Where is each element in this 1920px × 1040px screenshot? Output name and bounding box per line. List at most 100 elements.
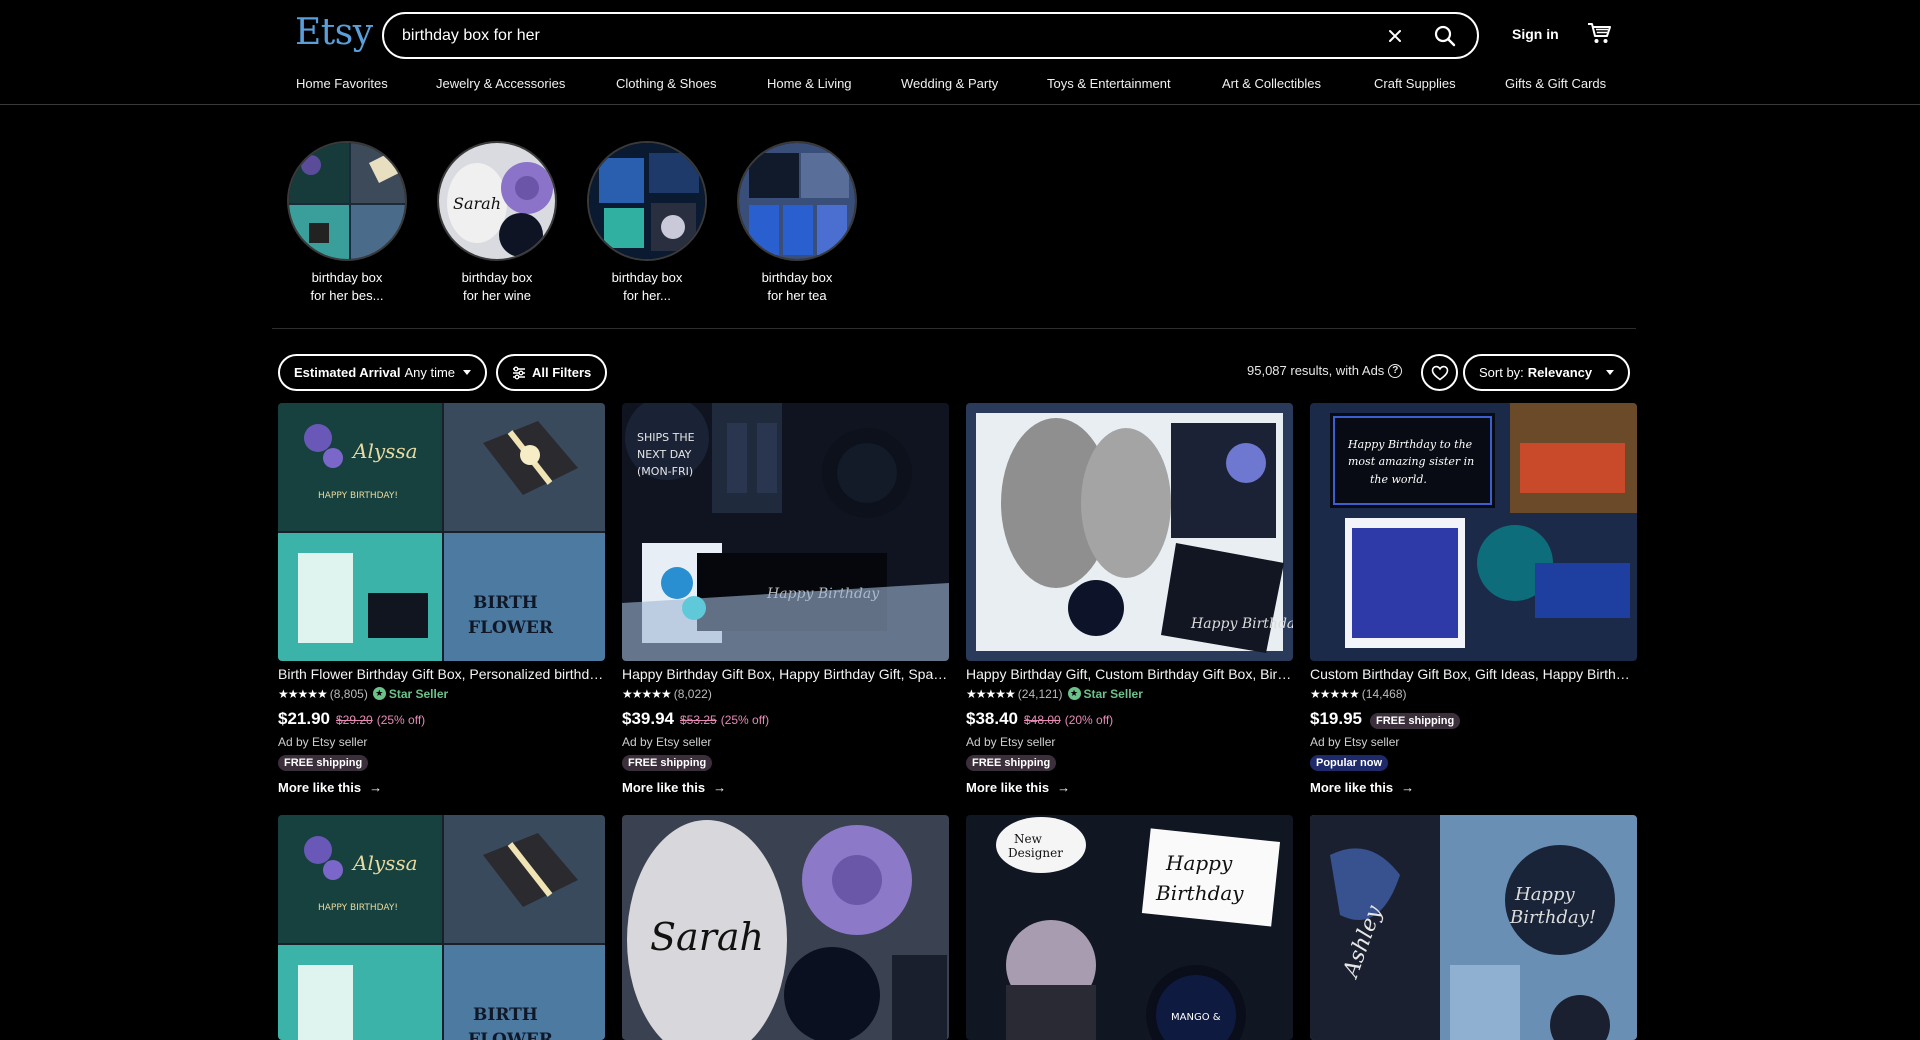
cart-button[interactable]	[1586, 20, 1614, 48]
listing-title[interactable]: Happy Birthday Gift, Custom Birthday Gif…	[966, 666, 1293, 682]
price-row: $38.40 $48.00 (20% off)	[966, 709, 1293, 729]
svg-text:FLOWER: FLOWER	[468, 1030, 554, 1040]
original-price: $53.25	[680, 713, 717, 727]
listing-image[interactable]: Sarah	[622, 815, 949, 1040]
more-like-this-link[interactable]: More like this →	[278, 780, 605, 795]
search-bar	[382, 12, 1479, 59]
question-icon[interactable]: ?	[1388, 363, 1403, 378]
related-search-item[interactable]: Sarah birthday box for her wine	[437, 141, 557, 305]
svg-text:Designer: Designer	[1008, 846, 1063, 860]
star-seller-icon: ★	[372, 687, 386, 700]
related-searches: birthday box for her bes... Sarah birthda…	[287, 141, 887, 305]
listing-image[interactable]: Happy Birthday	[966, 403, 1293, 661]
listing-price: $39.94	[622, 709, 674, 728]
listing-image[interactable]: Alyssa HAPPY BIRTHDAY! BIRTH FLOWER	[278, 815, 605, 1040]
listing-title[interactable]: Birth Flower Birthday Gift Box, Personal…	[278, 666, 605, 682]
sort-by-label: Sort by:	[1479, 365, 1524, 380]
more-like-this-link[interactable]: More like this →	[622, 780, 949, 795]
etsy-logo[interactable]: Etsy	[295, 12, 373, 53]
listing-title[interactable]: Happy Birthday Gift Box, Happy Birthday …	[622, 666, 949, 682]
star-seller-label: Star Seller	[388, 686, 449, 701]
results-count-text: 95,087 results, with Ads	[1247, 363, 1385, 378]
etsy-search-page: Etsy Sign in Home Favorites Jewelry & Ac…	[0, 0, 1920, 1040]
nav-home-living[interactable]: Home & Living	[767, 76, 901, 91]
nav-clothing-shoes[interactable]: Clothing & Shoes	[616, 76, 767, 91]
free-shipping-badge: FREE shipping	[966, 755, 1057, 771]
more-like-this-label: More like this	[1310, 780, 1394, 795]
related-search-thumbnail	[737, 141, 857, 261]
svg-text:Happy Birthday to the: Happy Birthday to the	[1347, 438, 1473, 451]
nav-home-favorites[interactable]: Home Favorites	[296, 76, 436, 91]
nav-craft-supplies[interactable]: Craft Supplies	[1374, 76, 1505, 91]
nav-art-collectibles[interactable]: Art & Collectibles	[1222, 76, 1374, 91]
star-seller-icon: ★	[1067, 687, 1081, 700]
heart-icon	[1431, 365, 1448, 380]
review-count: (14,468)	[1361, 686, 1407, 701]
related-search-label-line1: birthday box	[311, 270, 383, 285]
nav-jewelry-accessories[interactable]: Jewelry & Accessories	[436, 76, 616, 91]
listing-image[interactable]: New Designer Happy Birthday MANGO &	[966, 815, 1293, 1040]
listing-image[interactable]: SHIPS THE NEXT DAY (MON-FRI) Happy Birth…	[622, 403, 949, 661]
caret-down-icon	[1606, 370, 1615, 375]
svg-text:MANGO &: MANGO &	[1171, 1012, 1221, 1023]
arrow-right-icon: →	[369, 780, 383, 795]
related-search-item[interactable]: birthday box for her...	[587, 141, 707, 305]
star-rating-icon: ★★★★★	[622, 686, 672, 701]
save-search-button[interactable]	[1421, 354, 1458, 391]
listing-title[interactable]: Custom Birthday Gift Box, Gift Ideas, Ha…	[1310, 666, 1637, 682]
svg-text:Sarah: Sarah	[650, 915, 764, 959]
listing-price: $38.40	[966, 709, 1018, 728]
svg-text:FLOWER: FLOWER	[468, 618, 554, 638]
sort-by-dropdown[interactable]: Sort by: Relevancy	[1463, 354, 1631, 391]
svg-text:Happy Birthday: Happy Birthday	[1190, 616, 1293, 632]
search-button[interactable]	[1428, 20, 1462, 52]
star-rating-icon: ★★★★★	[966, 686, 1016, 701]
sort-by-value: Relevancy	[1527, 365, 1593, 380]
free-shipping-badge: FREE shipping	[622, 755, 713, 771]
listing-rating: ★★★★★ (14,468)	[1310, 686, 1637, 701]
star-rating-icon: ★★★★★	[278, 686, 328, 701]
more-like-this-label: More like this	[966, 780, 1050, 795]
related-search-label-line2: for her...	[623, 288, 671, 303]
related-search-label-line1: birthday box	[761, 270, 833, 285]
listing-card[interactable]: SHIPS THE NEXT DAY (MON-FRI) Happy Birth…	[622, 403, 949, 795]
listing-card[interactable]: Ashley Happy Birthday!	[1310, 815, 1637, 1040]
listing-image[interactable]: Alyssa HAPPY BIRTHDAY! BIRTH FLOWER	[278, 403, 605, 661]
nav-toys-entertainment[interactable]: Toys & Entertainment	[1047, 76, 1222, 91]
estimated-arrival-value: Any time	[404, 365, 456, 380]
listing-card[interactable]: Alyssa HAPPY BIRTHDAY! BIRTH FLOWER Birt…	[278, 403, 605, 795]
listing-card[interactable]: Happy Birthday Happy Birthday Gift, Cust…	[966, 403, 1293, 795]
listing-card[interactable]: Happy Birthday to the most amazing siste…	[1310, 403, 1637, 795]
arrow-right-icon: →	[713, 780, 727, 795]
price-row: $19.95 FREE shipping	[1310, 709, 1637, 729]
svg-text:most amazing sister in: most amazing sister in	[1348, 455, 1474, 468]
all-filters-button[interactable]: All Filters	[496, 354, 608, 391]
listing-image[interactable]: Ashley Happy Birthday!	[1310, 815, 1637, 1040]
svg-text:Happy: Happy	[1165, 851, 1233, 875]
more-like-this-link[interactable]: More like this →	[1310, 780, 1637, 795]
related-search-item[interactable]: birthday box for her bes...	[287, 141, 407, 305]
estimated-arrival-filter[interactable]: Estimated Arrival Any time	[278, 354, 488, 391]
related-search-label-line1: birthday box	[461, 270, 533, 285]
related-search-label-line1: birthday box	[611, 270, 683, 285]
more-like-this-link[interactable]: More like this →	[966, 780, 1293, 795]
sign-in-link[interactable]: Sign in	[1512, 26, 1559, 42]
filter-sliders-icon	[513, 366, 525, 379]
listing-card[interactable]: New Designer Happy Birthday MANGO &	[966, 815, 1293, 1040]
search-input[interactable]	[402, 14, 1362, 57]
star-seller-label: Star Seller	[1083, 686, 1143, 701]
nav-wedding-party[interactable]: Wedding & Party	[901, 76, 1047, 91]
svg-text:the world.: the world.	[1370, 473, 1427, 486]
svg-text:New: New	[1014, 832, 1043, 846]
nav-gifts-gift-cards[interactable]: Gifts & Gift Cards	[1505, 76, 1606, 91]
related-search-item[interactable]: birthday box for her tea	[737, 141, 857, 305]
svg-text:Alyssa: Alyssa	[351, 851, 418, 875]
category-nav: Home Favorites Jewelry & Accessories Clo…	[296, 76, 1606, 91]
listing-card[interactable]: Sarah	[622, 815, 949, 1040]
clear-search-button[interactable]	[1381, 22, 1409, 50]
svg-text:Birthday!: Birthday!	[1509, 907, 1596, 928]
listing-image[interactable]: Happy Birthday to the most amazing siste…	[1310, 403, 1637, 661]
ad-by-seller: Ad by Etsy seller	[622, 735, 712, 749]
listing-card[interactable]: Alyssa HAPPY BIRTHDAY! BIRTH FLOWER	[278, 815, 605, 1040]
svg-text:Sarah: Sarah	[453, 194, 501, 213]
